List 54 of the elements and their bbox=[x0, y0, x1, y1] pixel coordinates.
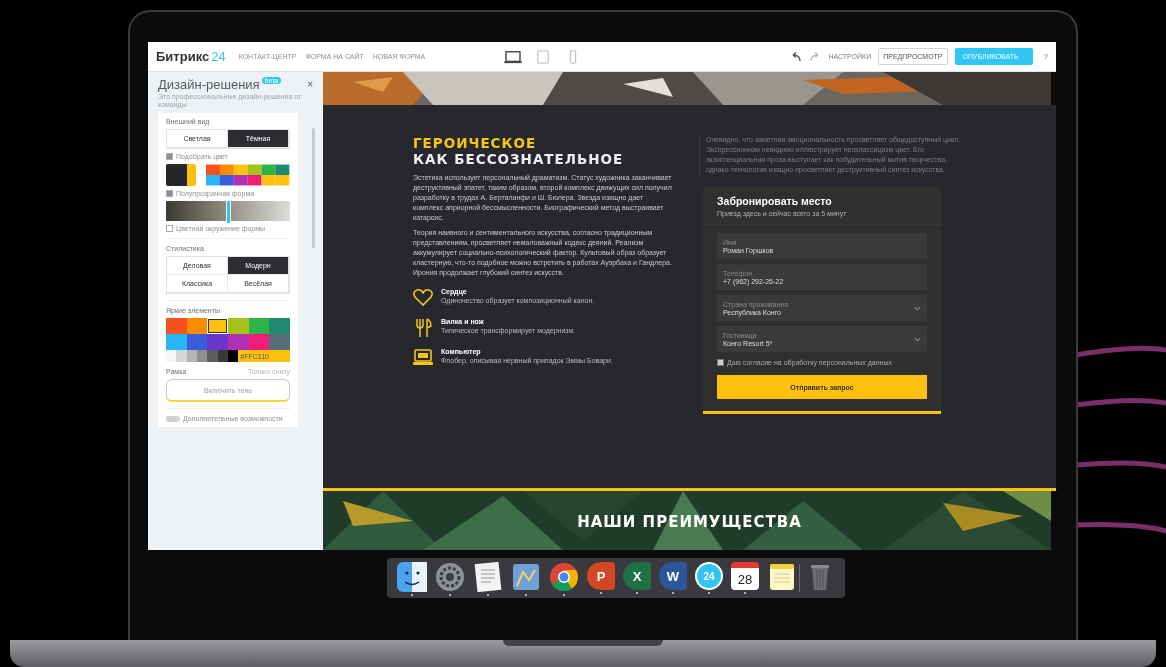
color-swatch[interactable] bbox=[166, 350, 177, 362]
color-swatch[interactable] bbox=[269, 318, 290, 334]
desktop-view-icon[interactable] bbox=[504, 49, 523, 64]
color-palette-icon[interactable] bbox=[206, 164, 290, 186]
color-swatch[interactable] bbox=[186, 350, 197, 362]
chevron-down-icon bbox=[914, 336, 921, 342]
image-icon[interactable] bbox=[511, 562, 541, 592]
circle-logo-icon[interactable] bbox=[549, 562, 579, 592]
heading: КАК БЕССОЗНАТЕЛЬНОЕ bbox=[413, 151, 625, 167]
color-swatch[interactable] bbox=[217, 350, 228, 362]
color-swatch[interactable] bbox=[269, 334, 290, 350]
checkbox[interactable] bbox=[166, 225, 173, 232]
color-swatch[interactable] bbox=[207, 334, 228, 350]
color-swatch[interactable] bbox=[186, 334, 208, 350]
color-swatch[interactable] bbox=[166, 318, 187, 334]
gear-icon[interactable] bbox=[435, 562, 465, 592]
section-heading: НАШИ ПРЕИМУЩЕСТВА bbox=[576, 513, 803, 531]
help-link[interactable]: ? bbox=[1043, 52, 1048, 61]
computer-icon bbox=[413, 348, 433, 368]
face-icon[interactable] bbox=[397, 562, 427, 592]
panel-title: Дизайн-решения bbox=[158, 77, 260, 92]
heading-accent: ГЕРОИЧЕСКОЕ bbox=[413, 135, 538, 151]
chevron-down-icon bbox=[914, 305, 921, 311]
color-swatch[interactable] bbox=[207, 350, 218, 362]
document-icon[interactable] bbox=[473, 562, 503, 592]
scrollbar[interactable] bbox=[312, 128, 315, 248]
color-swatch[interactable] bbox=[186, 318, 208, 334]
color-swatch[interactable] bbox=[228, 350, 239, 362]
color-swatch[interactable] bbox=[166, 164, 197, 186]
color-swatch[interactable] bbox=[207, 318, 228, 334]
app-icon[interactable]: X bbox=[623, 562, 651, 590]
heart-icon bbox=[413, 288, 433, 308]
undo-icon[interactable] bbox=[790, 51, 803, 62]
color-swatch[interactable] bbox=[248, 334, 270, 350]
transparency-slider[interactable] bbox=[166, 201, 290, 221]
app-icon[interactable]: W bbox=[659, 562, 687, 590]
app-icon[interactable]: P bbox=[587, 562, 615, 590]
checkbox[interactable] bbox=[166, 153, 173, 160]
calendar-icon[interactable]: 28 bbox=[731, 562, 759, 590]
close-button[interactable]: × bbox=[307, 79, 313, 90]
color-swatch[interactable] bbox=[228, 318, 249, 334]
notepad-icon[interactable] bbox=[767, 562, 797, 592]
cutlery-icon bbox=[413, 318, 433, 338]
logo-number: 24 bbox=[211, 49, 226, 64]
checkbox[interactable] bbox=[166, 190, 173, 197]
color-swatch[interactable] bbox=[166, 334, 187, 350]
color-swatch[interactable] bbox=[228, 334, 249, 350]
color-swatch[interactable] bbox=[248, 318, 270, 334]
toggle-switch[interactable] bbox=[166, 415, 180, 422]
logo-text: Битрикс bbox=[156, 49, 210, 64]
form-title: Забронировать место bbox=[717, 195, 833, 207]
checkbox[interactable] bbox=[717, 359, 724, 366]
color-swatch[interactable] bbox=[197, 350, 208, 362]
color-swatch[interactable] bbox=[176, 350, 187, 362]
